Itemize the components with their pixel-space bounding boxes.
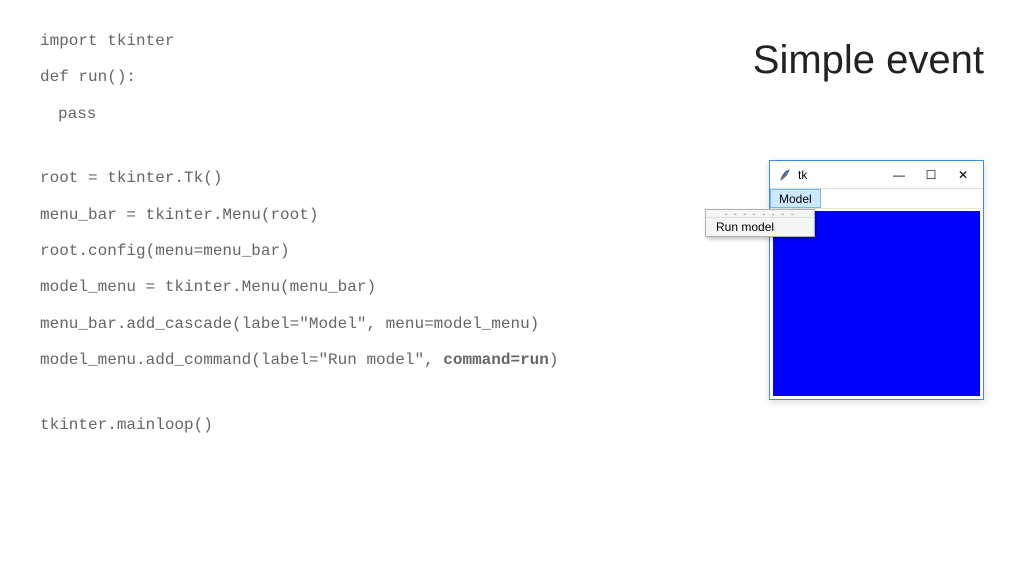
dropdown-tearoff[interactable]: - - - - - - - -	[706, 210, 814, 218]
slide-title: Simple event	[753, 38, 984, 83]
menu-model[interactable]: Model	[770, 189, 821, 208]
window-title: tk	[798, 168, 807, 182]
window-titlebar: tk — ☐ ✕	[770, 161, 983, 189]
code-line: import tkinter	[40, 30, 559, 52]
maximize-button[interactable]: ☐	[915, 164, 947, 186]
minimize-button[interactable]: —	[883, 164, 915, 186]
code-line: tkinter.mainloop()	[40, 414, 559, 436]
code-line: model_menu = tkinter.Menu(menu_bar)	[40, 276, 559, 298]
code-line: def run():	[40, 66, 559, 88]
code-line: root = tkinter.Tk()	[40, 167, 559, 189]
tkinter-window: tk — ☐ ✕ Model - - - - - - - - Run model	[769, 160, 984, 400]
dropdown-run-model[interactable]: Run model	[706, 218, 814, 236]
code-line: model_menu.add_command(label="Run model"…	[40, 349, 559, 371]
canvas-area	[773, 211, 980, 396]
close-button[interactable]: ✕	[947, 164, 979, 186]
code-line: menu_bar = tkinter.Menu(root)	[40, 204, 559, 226]
dropdown-menu: - - - - - - - - Run model	[705, 209, 815, 237]
code-line: menu_bar.add_cascade(label="Model", menu…	[40, 313, 559, 335]
code-block: import tkinter def run(): pass root = tk…	[40, 30, 559, 450]
code-line: root.config(menu=menu_bar)	[40, 240, 559, 262]
window-menubar: Model	[770, 189, 983, 209]
tk-feather-icon	[778, 168, 792, 182]
code-line: pass	[40, 103, 559, 125]
